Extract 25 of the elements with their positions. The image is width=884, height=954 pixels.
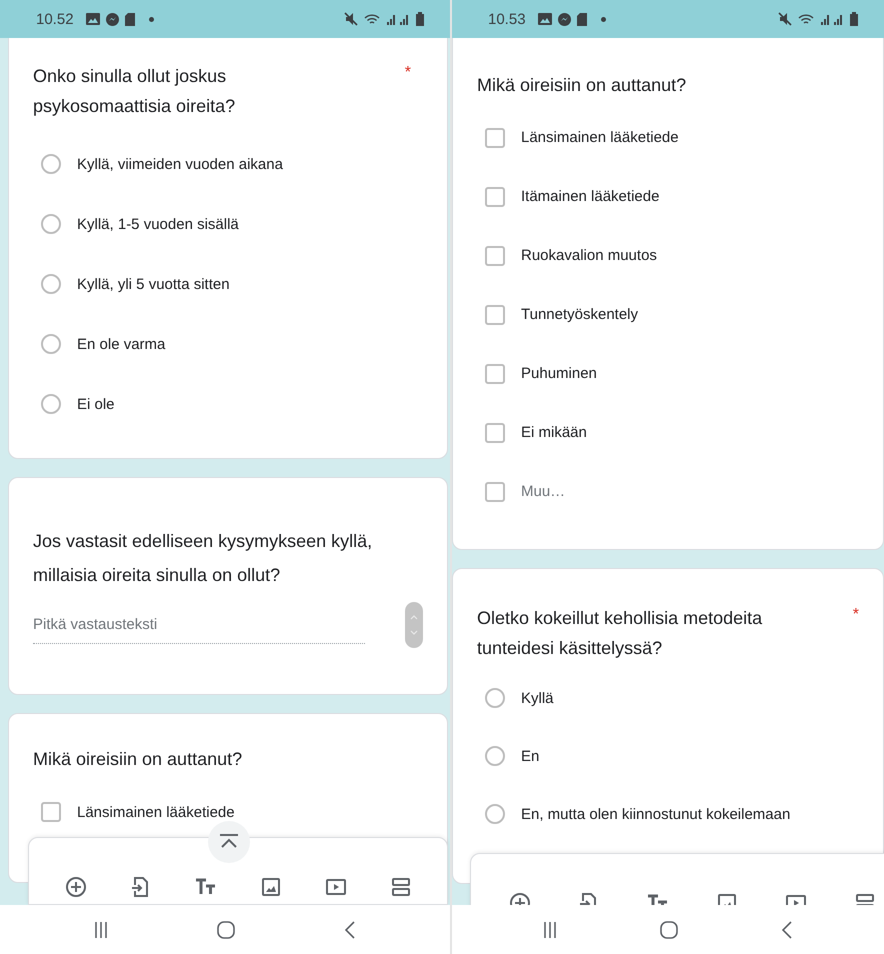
question-title: Onko sinulla ollut joskus psykosomaattisia oireita? — [33, 65, 236, 118]
option-label: Puhuminen — [521, 365, 597, 382]
option-label: Kyllä, yli 5 vuotta sitten — [77, 276, 230, 292]
question-title: Mikä oireisiin on auttanut? — [477, 74, 686, 97]
option-label: Ei ole — [77, 396, 115, 412]
option-label: Muu… — [521, 483, 566, 500]
option-label: Länsimainen lääketiede — [77, 804, 235, 820]
option-label: Kyllä, 1-5 vuoden sisällä — [77, 216, 239, 232]
option-label: En, mutta olen kiinnostunut kokeilemaan — [521, 806, 790, 822]
question-title: Jos vastasit edelliseen kysymykseen kyllä, millaisia oireita sinulla on ollut? — [33, 530, 373, 587]
option-label: Länsimainen lääketiede — [521, 129, 679, 146]
option-label: Ruokavalion muutos — [521, 247, 657, 264]
status-time: 10.53 — [488, 10, 526, 28]
option-label: Kyllä, viimeiden vuoden aikana — [77, 156, 283, 172]
question-title: Mikä oireisiin on auttanut? — [33, 748, 242, 771]
option-label: Kyllä — [521, 690, 554, 706]
required-mark: * — [404, 63, 411, 83]
required-mark: * — [852, 605, 859, 625]
option-label: Itämainen lääketiede — [521, 188, 660, 205]
option-label: Tunnetyöskentely — [521, 306, 638, 323]
status-time: 10.52 — [36, 10, 74, 28]
option-label: En ole varma — [77, 336, 166, 352]
option-label: Ei mikään — [521, 424, 587, 441]
question-title: Oletko kokeillut kehollisia metodeita tunteidesi käsittelyssä? — [477, 607, 764, 660]
option-label: En — [521, 748, 540, 764]
